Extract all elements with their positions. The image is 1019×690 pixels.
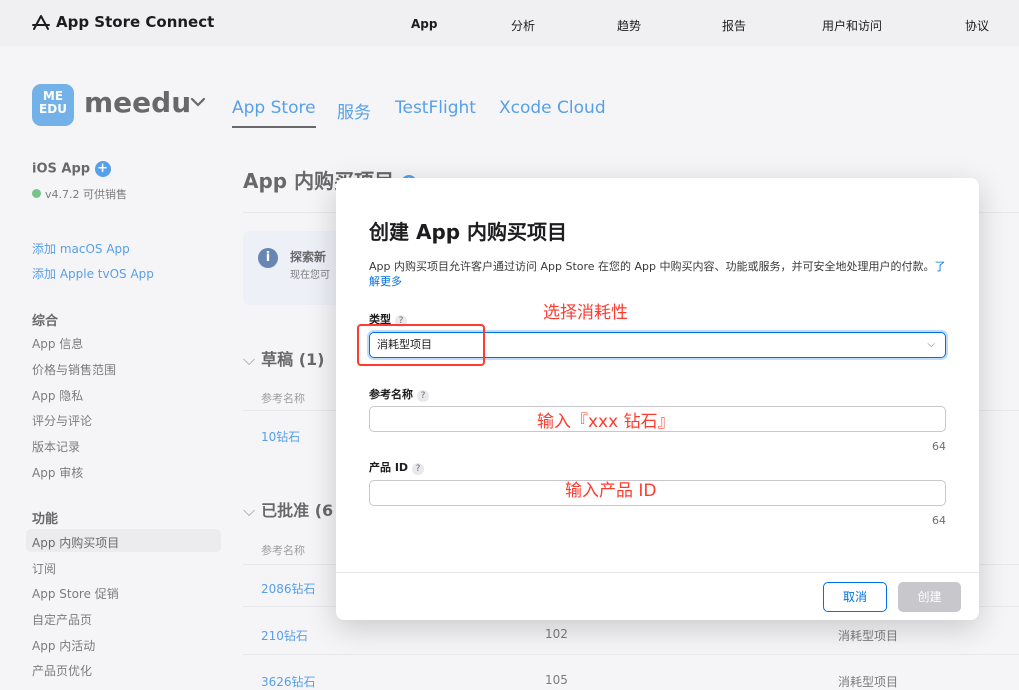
help-icon[interactable]: ? <box>417 390 429 402</box>
ref-name-label: 参考名称? <box>369 386 429 402</box>
modal-description-text: App 内购买项目允许客户通过访问 App Store 在您的 App 中购买内… <box>369 260 935 273</box>
nav-app[interactable]: App <box>411 17 437 31</box>
top-bar: App Store Connect App 分析 趋势 报告 用户和访问 协议 <box>0 0 1019 46</box>
modal-title: 创建 App 内购买项目 <box>369 220 568 244</box>
nav-reports[interactable]: 报告 <box>722 17 746 34</box>
ref-name-char-counter: 64 <box>932 440 946 453</box>
product-id-label: 产品 ID? <box>369 459 425 475</box>
annotation-highlight-box <box>357 324 485 366</box>
app-store-connect-logo[interactable]: App Store Connect <box>32 13 214 31</box>
annotation-type-note: 选择消耗性 <box>543 303 628 323</box>
modal-description: App 内购买项目允许客户通过访问 App Store 在您的 App 中购买内… <box>369 259 949 289</box>
nav-analytics[interactable]: 分析 <box>511 17 535 34</box>
app-store-icon <box>32 15 50 30</box>
product-id-input[interactable] <box>369 480 946 506</box>
help-icon[interactable]: ? <box>412 463 425 475</box>
create-button[interactable]: 创建 <box>898 582 961 612</box>
logo-text: App Store Connect <box>56 13 215 31</box>
product-id-char-counter: 64 <box>932 514 946 527</box>
nav-agreements[interactable]: 协议 <box>965 17 989 34</box>
product-id-label-text: 产品 ID <box>369 461 409 474</box>
annotation-id-note: 输入产品 ID <box>565 481 657 501</box>
chevron-down-icon: ⌵ <box>927 339 935 350</box>
create-iap-modal: 创建 App 内购买项目 App 内购买项目允许客户通过访问 App Store… <box>336 178 979 620</box>
annotation-ref-note: 输入『xxx 钻石』 <box>537 412 675 432</box>
nav-trends[interactable]: 趋势 <box>617 17 641 34</box>
nav-users-access[interactable]: 用户和访问 <box>822 17 882 34</box>
modal-footer-divider <box>336 572 979 573</box>
ref-name-label-text: 参考名称 <box>369 388 413 401</box>
cancel-button[interactable]: 取消 <box>823 582 887 612</box>
